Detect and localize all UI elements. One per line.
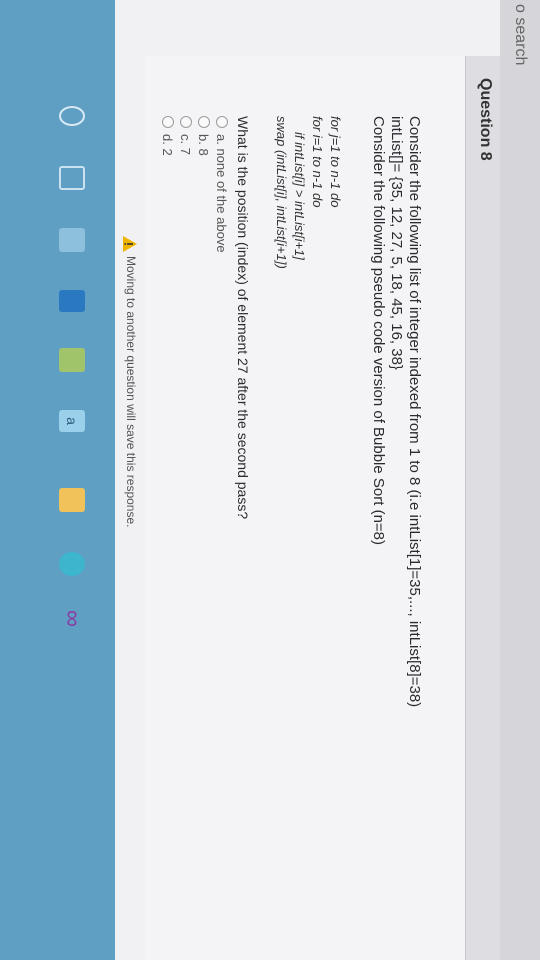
question-body: Consider the following list of integer i… xyxy=(145,56,465,960)
intro-line: Consider the following list of integer i… xyxy=(406,116,423,708)
infinity-icon[interactable]: ∞ xyxy=(59,610,86,644)
task-view-icon[interactable] xyxy=(59,166,85,190)
store-icon[interactable] xyxy=(59,488,85,512)
code-line: if intList[i] > intList[i+1] xyxy=(292,132,307,260)
radio-button[interactable] xyxy=(180,116,192,128)
code-line: for j=1 to n-1 do xyxy=(328,116,343,208)
intro-line: intList[]= {35, 12, 27, 5, 18, 45, 16, 3… xyxy=(388,116,405,370)
file-explorer-icon[interactable] xyxy=(59,348,85,372)
screen: o search Question 8 Consider the followi… xyxy=(0,0,540,960)
a-app-icon[interactable]: a xyxy=(59,410,85,432)
answer-option-b[interactable]: b. 8 xyxy=(196,116,211,156)
taskbar: a ∞ xyxy=(0,0,115,960)
radio-button[interactable] xyxy=(216,116,228,128)
answer-option-a[interactable]: a. none of the above xyxy=(214,116,229,253)
people-icon[interactable] xyxy=(59,228,85,252)
warning-icon xyxy=(123,236,137,252)
answer-option-c[interactable]: c. 7 xyxy=(178,116,193,155)
code-line: swap (intList[i], intList[i+1]) xyxy=(274,116,289,269)
question-prompt: What is the position (index) of element … xyxy=(235,116,251,520)
code-line: for i=1 to n-1 do xyxy=(310,116,325,208)
browser-sidebar: o search xyxy=(500,0,540,960)
search-icon[interactable] xyxy=(59,106,85,126)
internet-explorer-icon[interactable] xyxy=(59,290,85,312)
question-header: Question 8 xyxy=(465,56,500,960)
save-notice: Moving to another question will save thi… xyxy=(124,256,138,528)
question-title: Question 8 xyxy=(477,78,494,161)
radio-button[interactable] xyxy=(198,116,210,128)
answer-option-d[interactable]: d. 2 xyxy=(160,116,175,156)
search-field[interactable]: o search xyxy=(508,0,532,184)
radio-button[interactable] xyxy=(162,116,174,128)
intro-line: Consider the following pseudo code versi… xyxy=(370,116,387,546)
globe-icon[interactable] xyxy=(59,552,85,576)
notice-row: Moving to another question will save thi… xyxy=(115,56,145,960)
